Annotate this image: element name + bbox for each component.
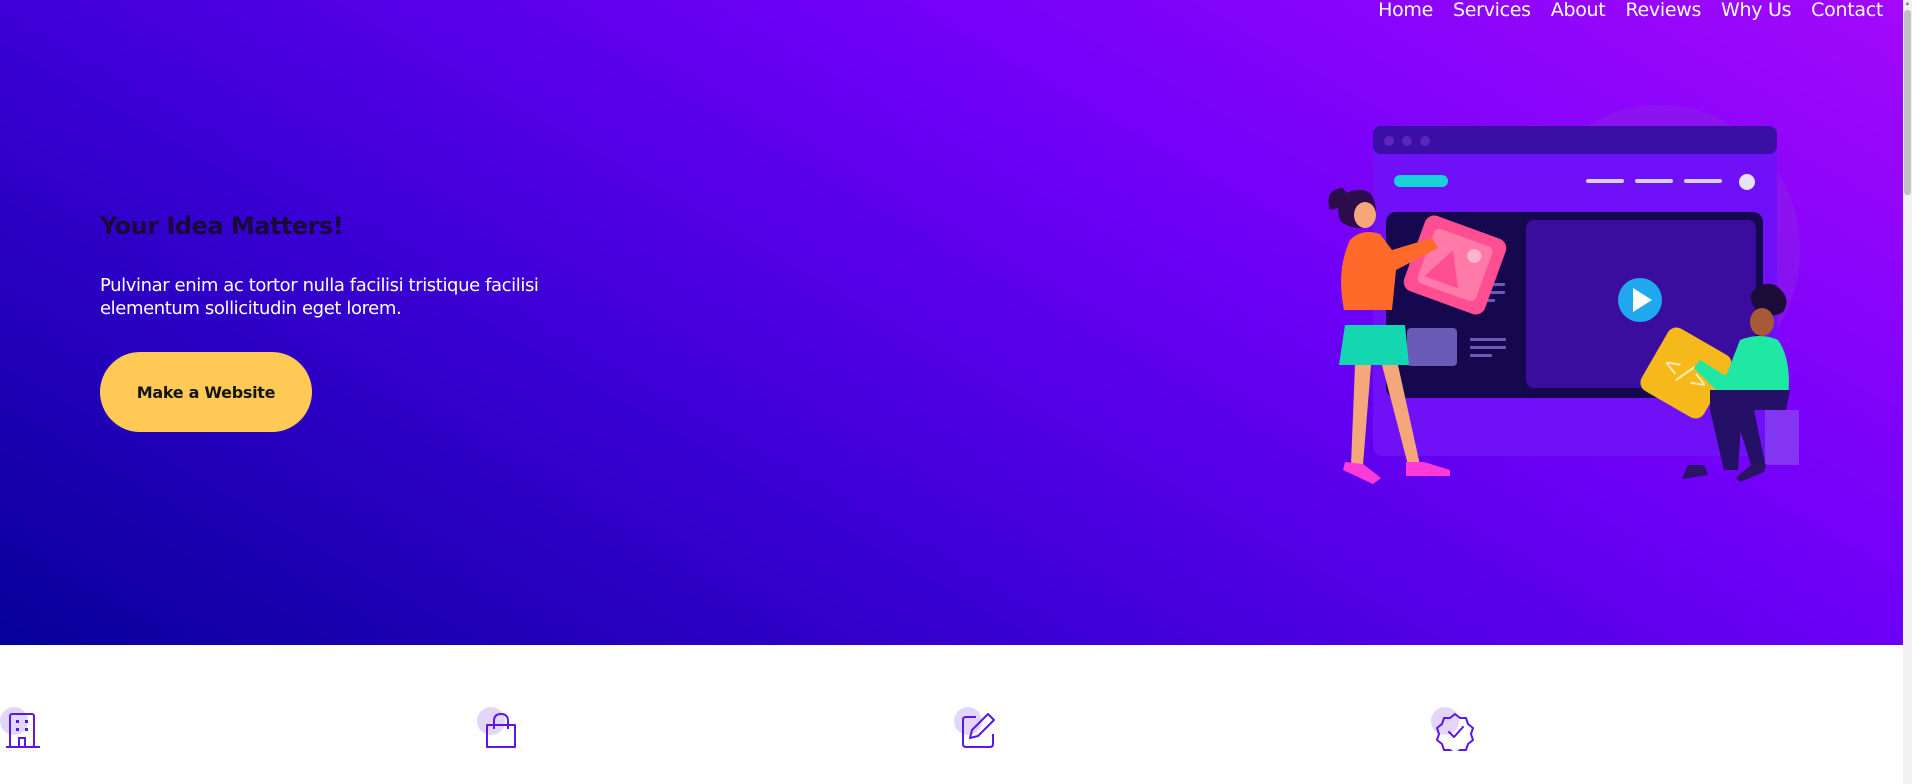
hero-description: Pulvinar enim ac tortor nulla facilisi t… [100,275,539,319]
make-website-button[interactable]: Make a Website [100,352,312,432]
main-nav: Home Services About Reviews Why Us Conta… [1368,0,1893,24]
shopping-bag-icon [486,712,516,748]
edit-icon [962,713,995,748]
hero-title: Your Idea Matters! [100,212,344,240]
scroll-up-arrow-icon[interactable]: ▲ [1904,0,1911,8]
feature-shopping [477,707,523,753]
feature-verified [1431,707,1477,753]
hero-illustration: </> [1328,105,1800,484]
nav-reviews[interactable]: Reviews [1615,0,1711,24]
nav-why-us[interactable]: Why Us [1711,0,1801,24]
page-scrollbar[interactable]: ▲ [1903,0,1912,784]
feature-building [0,707,46,753]
nav-home[interactable]: Home [1368,0,1443,24]
page: Home Services About Reviews Why Us Conta… [0,0,1903,784]
hero-section: Home Services About Reviews Why Us Conta… [0,0,1903,645]
verified-badge-icon [1436,713,1474,751]
nav-services[interactable]: Services [1443,0,1541,24]
nav-contact[interactable]: Contact [1801,0,1893,24]
features-section [0,645,1903,784]
scrollbar-thumb[interactable] [1904,10,1911,195]
feature-edit [954,707,1000,753]
building-icon [6,713,40,748]
nav-about[interactable]: About [1541,0,1616,24]
